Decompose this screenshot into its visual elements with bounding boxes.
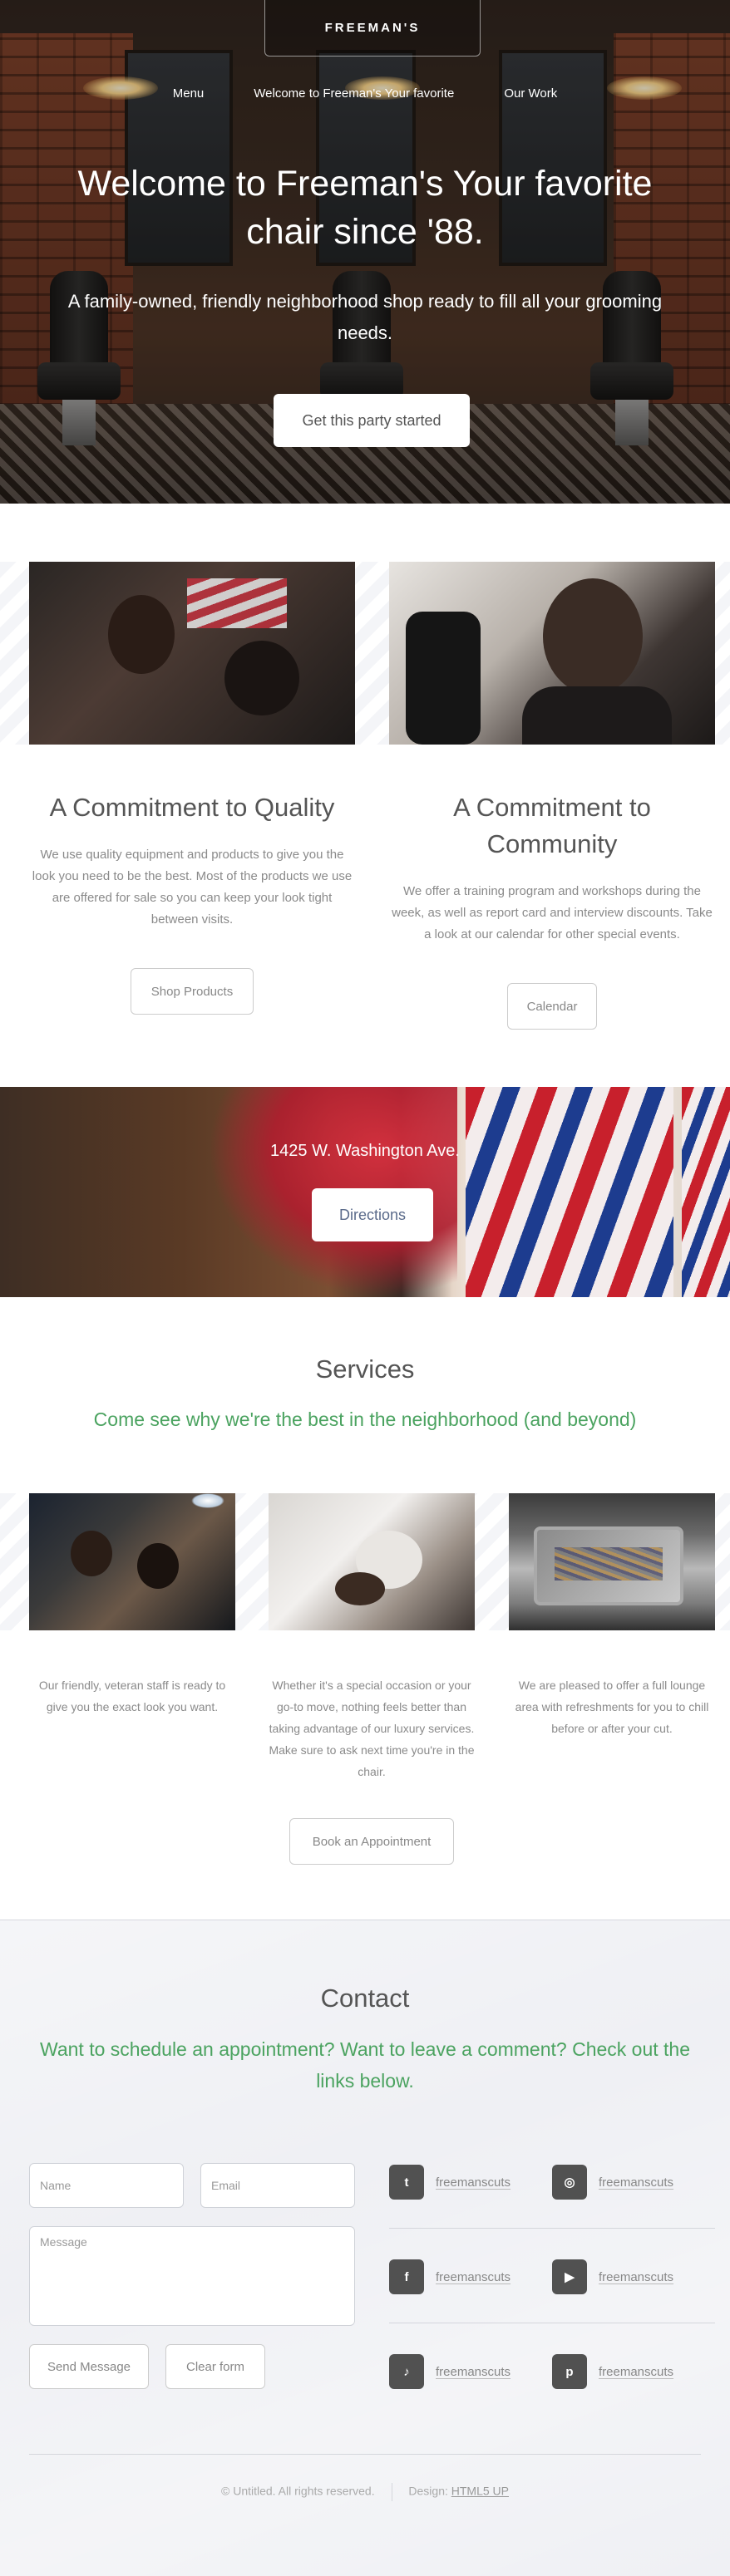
service-text-staff: Our friendly, veteran staff is ready to … — [38, 1679, 226, 1713]
name-field[interactable]: Name — [29, 2163, 184, 2208]
instagram-icon: ◎ — [552, 2165, 587, 2200]
barber-pole-image — [682, 1087, 730, 1297]
social-link-youtube[interactable]: ▶ freemanscuts — [552, 2259, 673, 2294]
services-subtitle: Come see why we're the best in the neigh… — [93, 1408, 637, 1430]
tiktok-icon: ♪ — [389, 2354, 424, 2389]
service-text-luxury: Whether it's a special occasion or your … — [269, 1679, 475, 1778]
location-banner: 1425 W. Washington Ave. Directions — [0, 1087, 730, 1297]
message-field[interactable]: Message — [29, 2226, 355, 2326]
feature-quality-title: A Commitment to Quality — [49, 793, 335, 822]
barber-pole-image — [466, 1087, 673, 1297]
nav-item-our-work[interactable]: Our Work — [479, 86, 582, 101]
social-handle[interactable]: freemanscuts — [436, 2365, 511, 2379]
address-text: 1425 W. Washington Ave. — [270, 1142, 460, 1160]
twitter-icon: t — [389, 2165, 424, 2200]
main-nav: Menu Welcome to Freeman's Your favorite … — [0, 86, 730, 101]
social-link-twitter[interactable]: t freemanscuts — [389, 2165, 511, 2200]
hero-section: FREEMAN'S Menu Welcome to Freeman's Your… — [0, 0, 730, 504]
email-field[interactable]: Email — [200, 2163, 355, 2208]
book-appointment-button[interactable]: Book an Appointment — [289, 1818, 454, 1865]
contact-title: Contact — [320, 1984, 410, 2013]
get-started-button[interactable]: Get this party started — [274, 394, 470, 447]
feature-community-text: We offer a training program and workshop… — [392, 884, 713, 941]
hero-title: Welcome to Freeman's Your favorite chair… — [77, 164, 653, 252]
service-image-lounge — [509, 1493, 715, 1630]
social-link-instagram[interactable]: ◎ freemanscuts — [552, 2165, 673, 2200]
design-credit-link[interactable]: HTML5 UP — [451, 2485, 509, 2498]
divider — [389, 2228, 715, 2229]
design-credit-label: Design: — [408, 2484, 448, 2498]
hero-subtitle: A family-owned, friendly neighborhood sh… — [67, 291, 663, 343]
social-handle[interactable]: freemanscuts — [599, 2175, 673, 2190]
nav-item-welcome[interactable]: Welcome to Freeman's Your favorite — [229, 86, 479, 101]
social-handle[interactable]: freemanscuts — [599, 2365, 673, 2379]
services-title: Services — [315, 1354, 415, 1384]
service-image-staff — [29, 1493, 235, 1630]
footer: © Untitled. All rights reserved. Design:… — [0, 2483, 730, 2501]
feature-quality: A Commitment to Quality We use quality e… — [29, 789, 355, 931]
shop-products-button[interactable]: Shop Products — [131, 968, 254, 1015]
service-text-lounge: We are pleased to offer a full lounge ar… — [515, 1679, 709, 1735]
brand-logo[interactable]: FREEMAN'S — [264, 0, 481, 57]
page: FREEMAN'S Menu Welcome to Freeman's Your… — [0, 0, 730, 2576]
social-link-facebook[interactable]: f freemanscuts — [389, 2259, 511, 2294]
youtube-icon: ▶ — [552, 2259, 587, 2294]
footer-divider — [29, 2454, 701, 2455]
feature-image-community — [389, 562, 715, 745]
pinterest-icon: p — [552, 2354, 587, 2389]
feature-community: A Commitment to Community We offer a tra… — [389, 789, 715, 946]
social-link-pinterest[interactable]: p freemanscuts — [552, 2354, 673, 2389]
social-handle[interactable]: freemanscuts — [436, 2270, 511, 2284]
feature-community-title: A Commitment to Community — [453, 793, 651, 858]
feature-image-quality — [29, 562, 355, 745]
social-handle[interactable]: freemanscuts — [599, 2270, 673, 2284]
contact-subtitle: Want to schedule an appointment? Want to… — [39, 2038, 691, 2092]
feature-quality-text: We use quality equipment and products to… — [32, 848, 353, 927]
nav-item-menu[interactable]: Menu — [148, 86, 229, 101]
directions-button[interactable]: Directions — [312, 1188, 433, 1241]
clear-form-button[interactable]: Clear form — [165, 2344, 265, 2389]
copyright-text: © Untitled. All rights reserved. — [221, 2484, 375, 2498]
facebook-icon: f — [389, 2259, 424, 2294]
social-link-tiktok[interactable]: ♪ freemanscuts — [389, 2354, 511, 2389]
send-message-button[interactable]: Send Message — [29, 2344, 149, 2389]
social-handle[interactable]: freemanscuts — [436, 2175, 511, 2190]
service-image-luxury — [269, 1493, 475, 1630]
contact-section: Contact Want to schedule an appointment?… — [0, 1920, 730, 2576]
calendar-button[interactable]: Calendar — [507, 983, 597, 1030]
